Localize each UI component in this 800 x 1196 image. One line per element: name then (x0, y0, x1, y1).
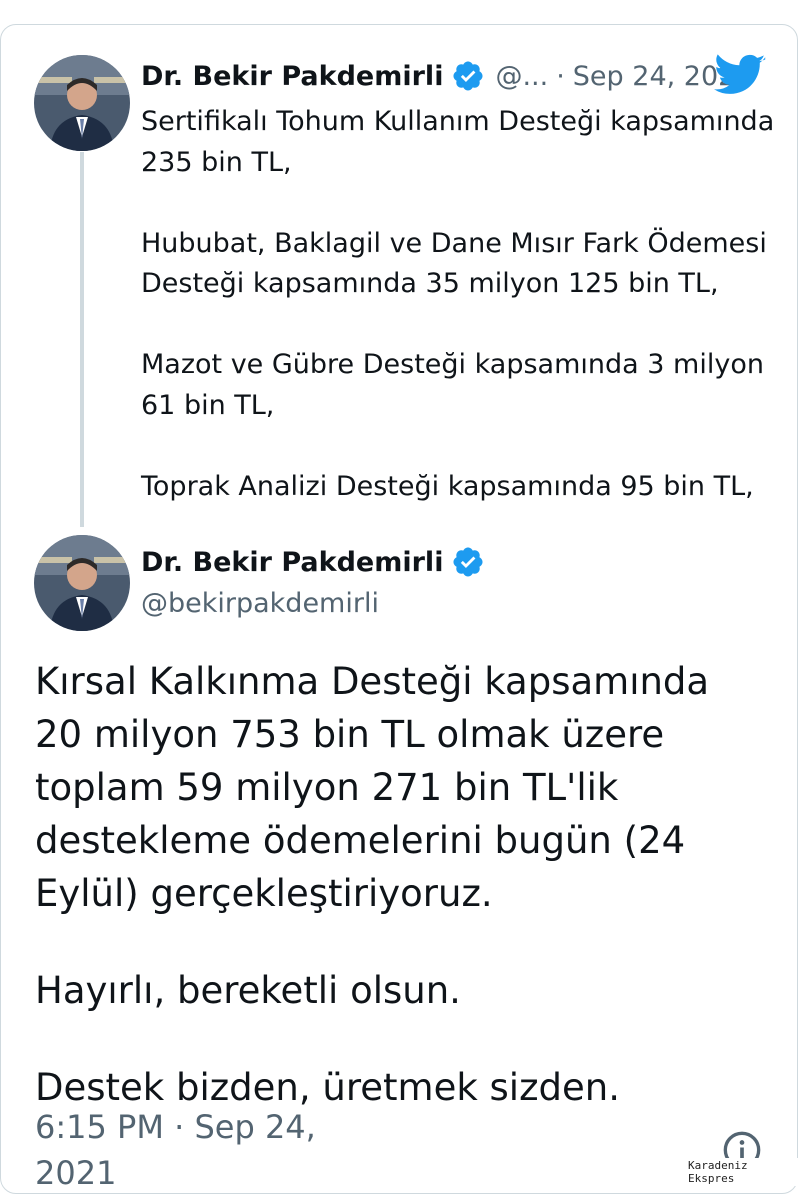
reply-tweet-text: Sertifikalı Tohum Kullanım Desteği kapsa… (141, 102, 781, 507)
author-avatar[interactable] (34, 535, 130, 631)
author-handle[interactable]: @... (495, 61, 548, 92)
verified-badge-icon (451, 545, 485, 579)
main-tweet-header: Dr. Bekir Pakdemirli (141, 541, 485, 583)
reply-paragraph: Sertifikalı Tohum Kullanım Desteği kapsa… (141, 106, 775, 178)
separator-dot: · (556, 60, 565, 92)
reply-tweet-header: Dr. Bekir Pakdemirli @... · Sep 24, 2021 (141, 55, 753, 97)
thread-connector-line (80, 152, 84, 527)
reply-paragraph: Mazot ve Gübre Desteği kapsamında 3 mily… (141, 349, 764, 421)
tweet-paragraph: Hayırlı, bereketli olsun. (35, 969, 461, 1012)
tweet-paragraph: Kırsal Kalkınma Desteği kapsamında 20 mi… (35, 660, 710, 915)
author-name[interactable]: Dr. Bekir Pakdemirli (141, 61, 443, 92)
reply-paragraph: Toprak Analizi Desteği kapsamında 95 bin… (141, 470, 754, 502)
author-handle[interactable]: @bekirpakdemirli (141, 584, 379, 624)
verified-badge-icon (451, 59, 485, 93)
reply-paragraph: Hububat, Baklagil ve Dane Mısır Fark Öde… (141, 227, 767, 300)
twitter-bird-icon[interactable] (714, 54, 766, 98)
tweet-timestamp[interactable]: 6:15 PM · Sep 24, 2021 (35, 1104, 395, 1196)
author-name[interactable]: Dr. Bekir Pakdemirli (141, 547, 443, 578)
main-tweet-text: Kırsal Kalkınma Desteği kapsamında 20 mi… (35, 655, 765, 1114)
author-avatar[interactable] (34, 55, 130, 151)
